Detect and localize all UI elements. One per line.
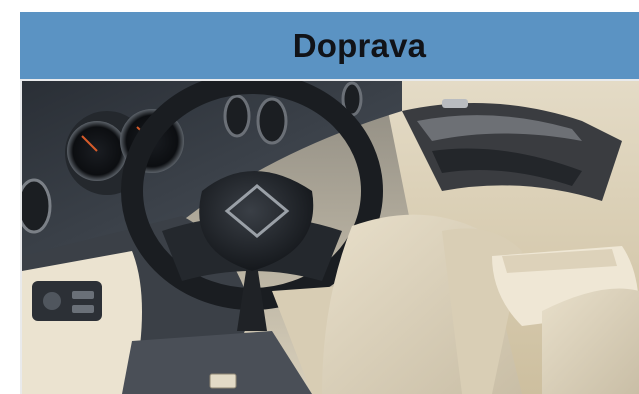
car-interior-illustration <box>22 81 639 394</box>
car-interior-photo[interactable] <box>22 81 639 394</box>
category-title: Doprava <box>292 26 427 64</box>
card: Doprava <box>0 0 639 394</box>
category-header[interactable]: Doprava <box>20 12 639 79</box>
